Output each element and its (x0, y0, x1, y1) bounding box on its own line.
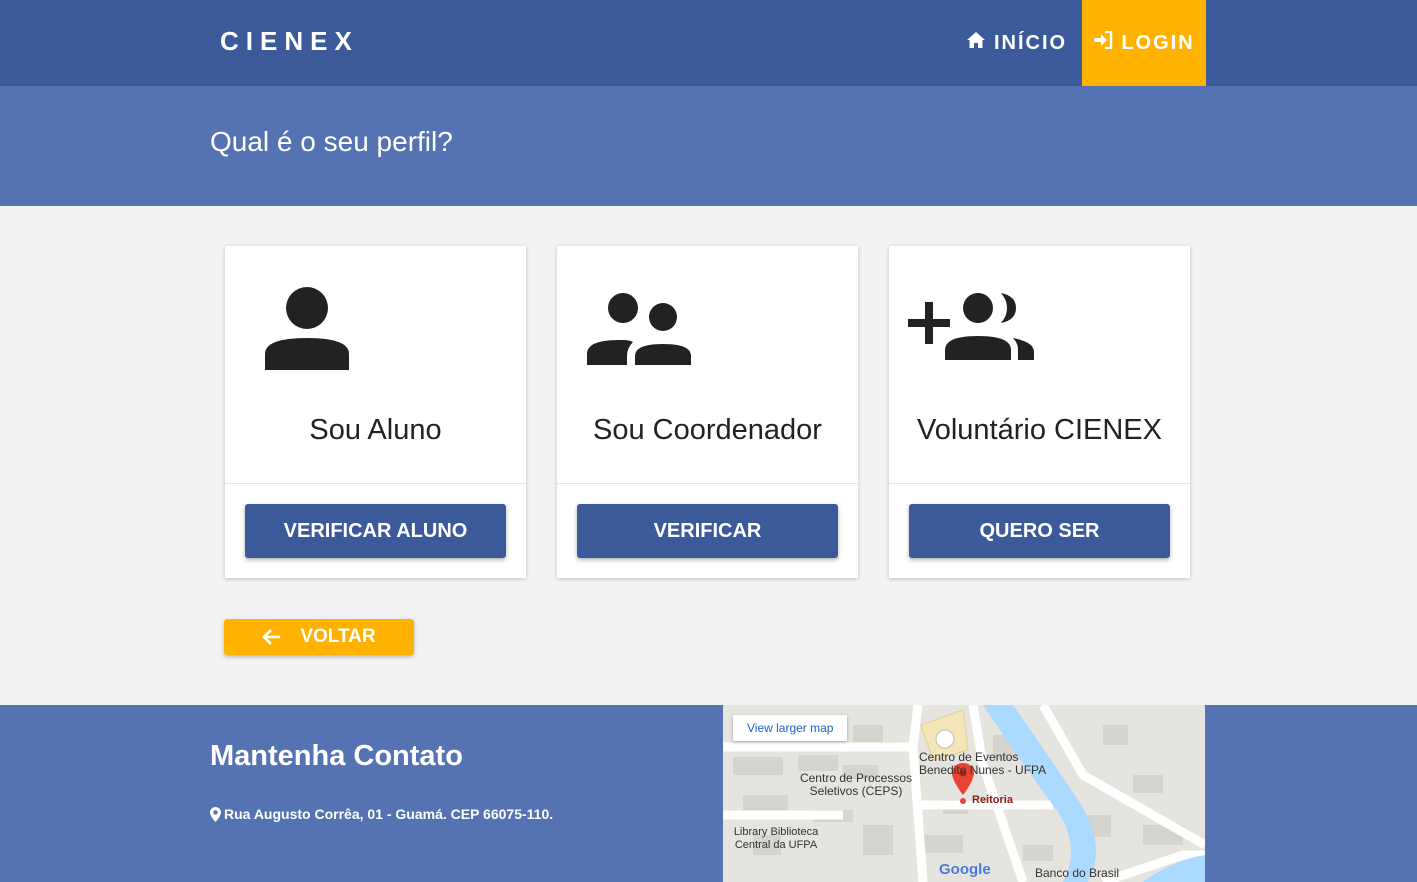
map-label-ceps: Centro de Processos Seletivos (CEPS) (799, 771, 913, 798)
map-label-eventos: Centro de Eventos Benedito Nunes - UFPA (919, 750, 1047, 777)
person-icon (225, 276, 526, 386)
group-add-icon (889, 276, 1190, 386)
address-text: Rua Augusto Corrêa, 01 - Guamá. CEP 6607… (224, 806, 554, 822)
view-larger-map-link[interactable]: View larger map (733, 715, 848, 741)
page-banner: Qual é o seu perfil? (0, 86, 1417, 206)
card-divider (889, 483, 1190, 484)
top-navbar: CIENEX INÍCIO LOGIN (0, 0, 1417, 86)
map-label-banco: Banco do Brasil (1035, 866, 1120, 880)
nav-login-label: LOGIN (1121, 31, 1195, 54)
card-title: Sou Coordenador (593, 414, 822, 446)
map-marker-icon (210, 806, 221, 822)
sign-in-icon (1093, 30, 1113, 55)
card-divider (557, 483, 858, 484)
embedded-map[interactable]: View larger map Centro de Eventos Benedi… (723, 705, 1205, 882)
brand-logo[interactable]: CIENEX (220, 26, 359, 57)
nav-inicio-link[interactable]: INÍCIO (966, 0, 1083, 86)
quero-ser-button[interactable]: QUERO SER (909, 504, 1170, 558)
verificar-coordenador-button[interactable]: VERIFICAR (577, 504, 838, 558)
card-divider (225, 483, 526, 484)
footer-address: Rua Augusto Corrêa, 01 - Guamá. CEP 6607… (210, 806, 553, 822)
google-logo: Google (939, 861, 991, 878)
card-title: Voluntário CIENEX (916, 414, 1162, 446)
page-title: Qual é o seu perfil? (210, 126, 453, 157)
arrow-left-icon (262, 629, 281, 645)
group-icon (557, 276, 858, 386)
card-coordenador: Sou Coordenador VERIFICAR (557, 246, 858, 578)
home-icon (966, 31, 986, 55)
nav-inicio-label: INÍCIO (994, 31, 1068, 54)
voltar-button[interactable]: VOLTAR (224, 619, 414, 655)
nav-login-link[interactable]: LOGIN (1082, 0, 1206, 86)
verificar-aluno-button[interactable]: VERIFICAR ALUNO (245, 504, 506, 558)
map-label-reitoria: Reitoria (972, 794, 1013, 806)
map-label-library: Library Biblioteca Central da UFPA (733, 826, 819, 851)
voltar-label: VOLTAR (300, 626, 376, 647)
footer-title: Mantenha Contato (210, 740, 463, 772)
card-aluno: Sou Aluno VERIFICAR ALUNO (225, 246, 526, 578)
card-voluntario: Voluntário CIENEX QUERO SER (889, 246, 1190, 578)
card-title: Sou Aluno (309, 414, 442, 446)
